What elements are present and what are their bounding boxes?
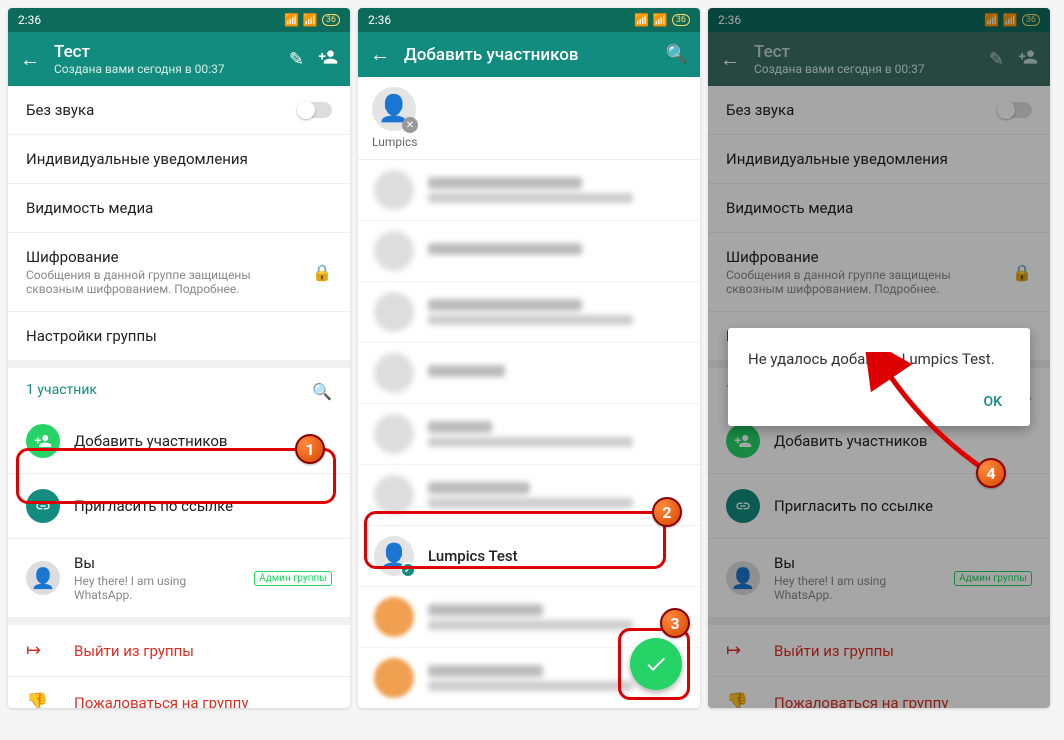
badge-1: 1 [295,434,325,464]
screen-1-group-info: 2:36 📶 📶 36 ← Тест Создана вами сегодня … [8,8,350,708]
page-title: Добавить участников [404,45,652,65]
group-title: Тест [54,42,275,62]
thumbs-down-icon: 👎 [26,692,60,708]
link-icon [26,489,60,523]
avatar-icon: 👤 [26,561,60,595]
screen-3-error-dialog: 2:36 📶 📶 36 ← Тест Создана вами сегодня … [708,8,1050,708]
member-you-row[interactable]: 👤 Вы Hey there! I am using WhatsApp. Адм… [8,538,350,617]
error-dialog: Не удалось добавить Lumpics Test. OK [728,328,1030,426]
contact-blurred[interactable] [358,221,700,282]
group-subtitle: Создана вами сегодня в 00:37 [54,62,275,76]
app-bar: ← Тест Создана вами сегодня в 00:37 ✎ [8,32,350,86]
exit-icon: ↦ [26,640,60,661]
setting-group[interactable]: Настройки группы [8,311,350,360]
battery-icon: 36 [322,14,340,26]
setting-media[interactable]: Видимость медиа [8,183,350,232]
badge-4: 4 [976,458,1006,488]
leave-group-row[interactable]: ↦ Выйти из группы [8,617,350,676]
status-bar: 2:36 📶 📶 36 [358,8,700,32]
remove-chip-icon[interactable]: ✕ [402,117,418,133]
members-header: 1 участник 🔍 [8,360,350,409]
screen-2-add-members: 2:36 📶 📶 36 ← Добавить участников 🔍 👤 ✕ … [358,8,700,708]
status-bar: 2:36 📶 📶 36 [8,8,350,32]
content-area: Без звука Индивидуальные уведомления Вид… [8,86,350,708]
contact-blurred[interactable] [358,465,700,526]
invite-link-row[interactable]: Пригласить по ссылке [8,473,350,538]
confirm-fab[interactable] [630,638,682,690]
check-icon: ✓ [400,562,416,578]
contact-blurred[interactable] [358,343,700,404]
setting-encryption[interactable]: Шифрование Сообщения в данной группе защ… [8,232,350,311]
badge-3: 3 [660,608,690,638]
back-icon[interactable]: ← [20,47,40,72]
admin-badge: Админ группы [254,571,332,586]
content-area: 👤 ✕ Lumpics 👤 ✓ Lumpics Test [358,77,700,708]
contact-blurred[interactable] [358,282,700,343]
dialog-ok-button[interactable]: OK [976,388,1011,416]
mute-toggle[interactable] [298,102,332,118]
contact-blurred[interactable] [358,404,700,465]
selected-contact-chip[interactable]: 👤 ✕ Lumpics [358,77,700,160]
contact-blurred[interactable] [358,160,700,221]
report-group-row[interactable]: 👎 Пожаловаться на группу [8,676,350,708]
signal-icon: 📶 [284,13,299,27]
signal-icon: 📶 [634,13,649,27]
badge-2: 2 [652,497,682,527]
app-bar: ← Добавить участников 🔍 [358,32,700,77]
lock-icon: 🔒 [312,263,332,282]
add-person-icon[interactable] [318,47,338,72]
wifi-icon: 📶 [653,13,668,27]
contact-lumpics-test[interactable]: 👤 ✓ Lumpics Test [358,526,700,587]
status-time: 2:36 [18,13,41,27]
edit-icon[interactable]: ✎ [289,49,304,70]
status-time: 2:36 [368,13,391,27]
contact-list: 👤 ✓ Lumpics Test [358,160,700,708]
battery-icon: 36 [672,14,690,26]
dialog-message: Не удалось добавить Lumpics Test. [748,350,1010,368]
setting-mute[interactable]: Без звука [8,86,350,134]
avatar-icon: 👤 ✓ [374,536,414,576]
add-participant-icon [26,424,60,458]
avatar-icon: 👤 ✕ [372,87,416,131]
search-icon[interactable]: 🔍 [666,44,688,65]
setting-notifications[interactable]: Индивидуальные уведомления [8,134,350,183]
back-icon[interactable]: ← [370,42,390,67]
wifi-icon: 📶 [303,13,318,27]
search-members-icon[interactable]: 🔍 [312,382,332,401]
